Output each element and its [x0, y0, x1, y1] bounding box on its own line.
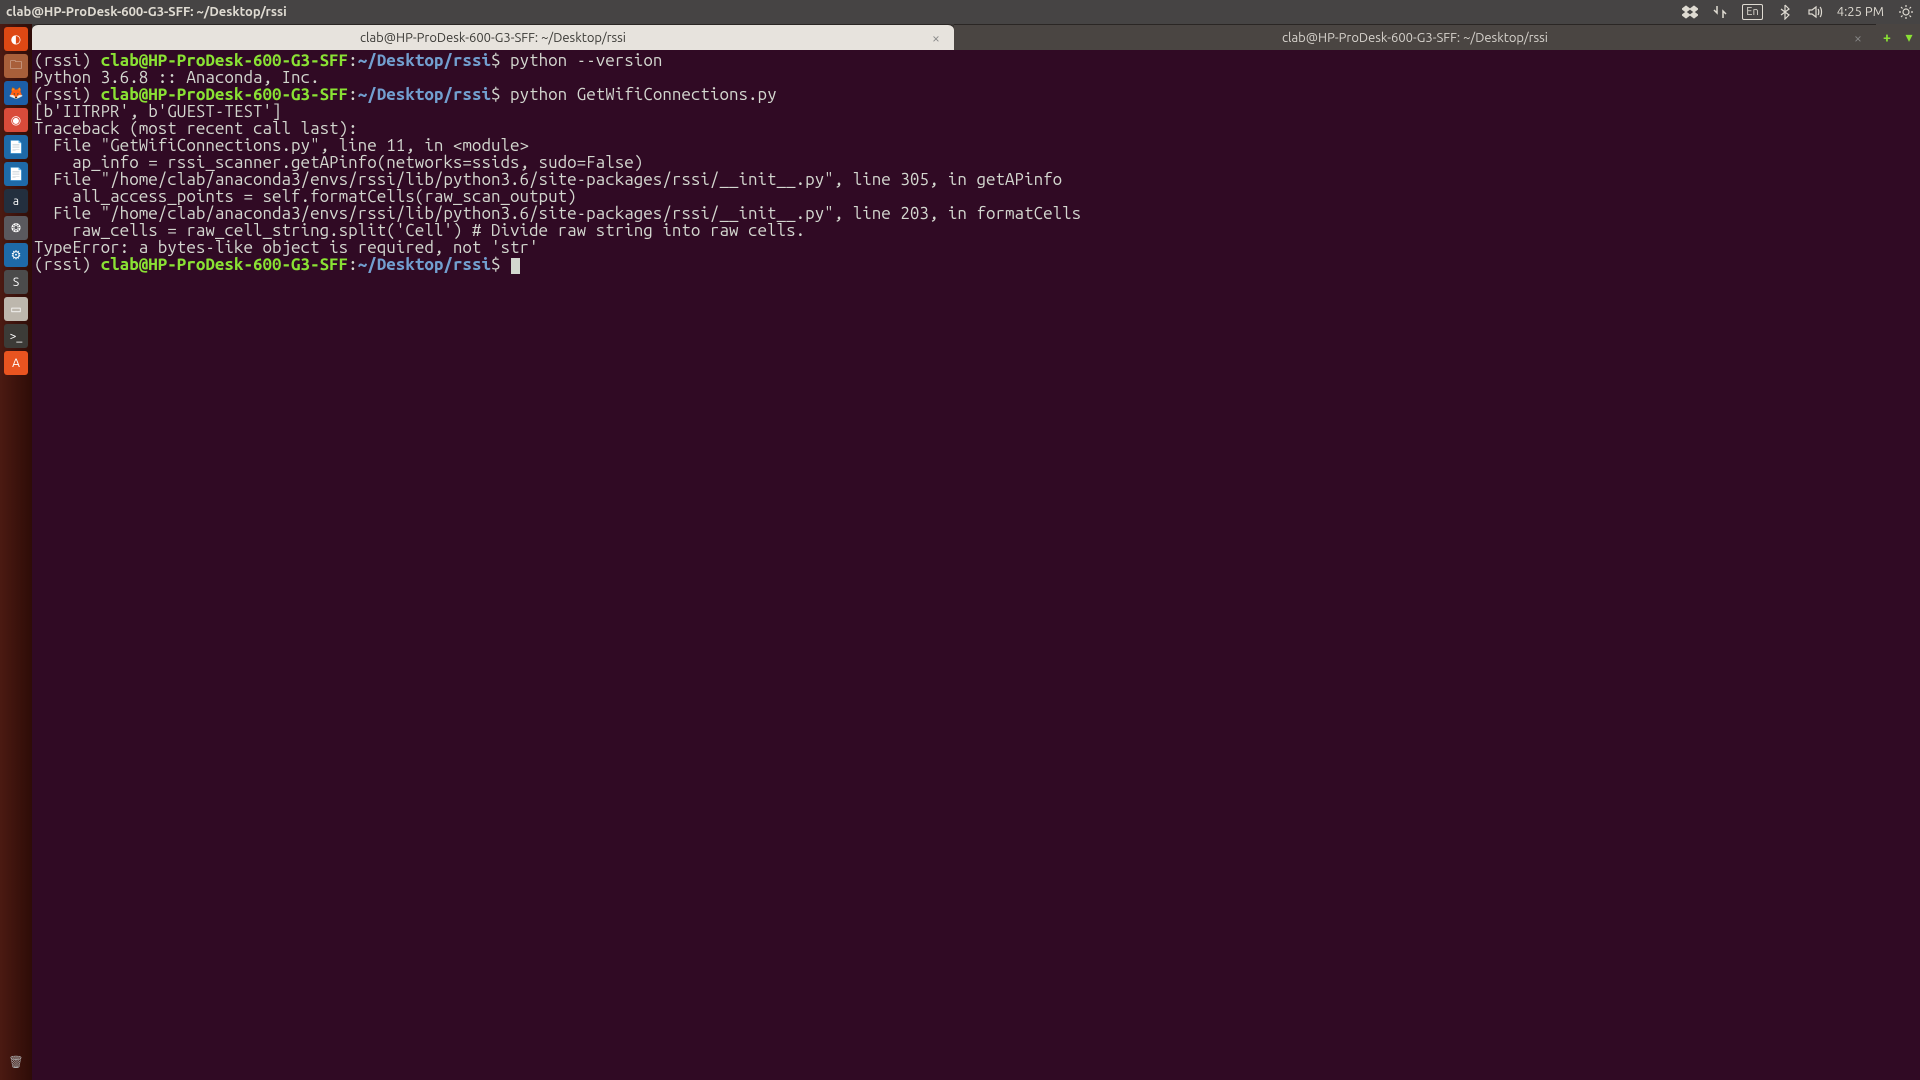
prompt-colon: :	[348, 51, 358, 70]
terminal-line: [b'IITRPR', b'GUEST-TEST']	[34, 103, 1918, 120]
doc2-icon[interactable]: 📄	[4, 162, 28, 186]
terminal-line: Traceback (most recent call last):	[34, 120, 1918, 137]
prompt-userhost: clab@HP-ProDesk-600-G3-SFF	[101, 255, 349, 274]
window-title: clab@HP-ProDesk-600-G3-SFF: ~/Desktop/rs…	[6, 5, 287, 19]
sublime-icon[interactable]: S	[4, 270, 28, 294]
session-gear-icon[interactable]	[1898, 4, 1914, 20]
bluetooth-icon[interactable]	[1777, 4, 1793, 20]
keyboard-indicator[interactable]: En	[1742, 4, 1762, 20]
clock[interactable]: 4:25 PM	[1837, 5, 1884, 19]
terminal-icon[interactable]: >_	[4, 324, 28, 348]
terminal-line: all_access_points = self.formatCells(raw…	[34, 188, 1918, 205]
command-text	[501, 255, 511, 274]
panel-icon[interactable]: ▭	[4, 297, 28, 321]
system-tray: En 4:25 PM	[1682, 4, 1914, 20]
terminal-line: File "/home/clab/anaconda3/envs/rssi/lib…	[34, 205, 1918, 222]
tab-menu-button[interactable]: ▾	[1898, 24, 1920, 50]
terminal-line: (rssi) clab@HP-ProDesk-600-G3-SFF:~/Desk…	[34, 256, 1918, 274]
prompt-dollar: $	[491, 255, 501, 274]
command-text: python --version	[501, 51, 663, 70]
workspace: clab@HP-ProDesk-600-G3-SFF: ~/Desktop/rs…	[32, 24, 1920, 1080]
trash-icon[interactable]: 🗑	[4, 1050, 28, 1074]
terminal-tab-0[interactable]: clab@HP-ProDesk-600-G3-SFF: ~/Desktop/rs…	[32, 24, 954, 50]
prompt-env: (rssi)	[34, 255, 101, 274]
terminal-output[interactable]: (rssi) clab@HP-ProDesk-600-G3-SFF:~/Desk…	[32, 50, 1920, 1080]
files-icon[interactable]: 🗀	[4, 54, 28, 78]
unity-launcher: ◐ 🗀 🦊 ◉ 📄 📄 a ❂ ⚙ S ▭ >_ A 🗑	[0, 24, 32, 1080]
close-icon[interactable]: ×	[1854, 31, 1868, 45]
dash-icon[interactable]: ◐	[4, 27, 28, 51]
terminal-line: (rssi) clab@HP-ProDesk-600-G3-SFF:~/Desk…	[34, 86, 1918, 103]
swirl-icon[interactable]: ❂	[4, 216, 28, 240]
gear-icon[interactable]: ⚙	[4, 243, 28, 267]
prompt-dollar: $	[491, 51, 501, 70]
terminal-tab-1[interactable]: clab@HP-ProDesk-600-G3-SFF: ~/Desktop/rs…	[954, 24, 1876, 50]
command-text: python GetWifiConnections.py	[501, 85, 777, 104]
top-panel: clab@HP-ProDesk-600-G3-SFF: ~/Desktop/rs…	[0, 0, 1920, 24]
terminal-line: raw_cells = raw_cell_string.split('Cell'…	[34, 222, 1918, 239]
terminal-line: ap_info = rssi_scanner.getAPinfo(network…	[34, 154, 1918, 171]
network-icon[interactable]	[1712, 4, 1728, 20]
prompt-colon: :	[348, 255, 358, 274]
software-icon[interactable]: A	[4, 351, 28, 375]
new-tab-button[interactable]: +	[1876, 24, 1898, 50]
amazon-icon[interactable]: a	[4, 189, 28, 213]
terminal-line: TypeError: a bytes-like object is requir…	[34, 239, 1918, 256]
close-icon[interactable]: ×	[932, 31, 946, 45]
terminal-tabbar: clab@HP-ProDesk-600-G3-SFF: ~/Desktop/rs…	[32, 24, 1920, 50]
dropbox-icon[interactable]	[1682, 4, 1698, 20]
terminal-line: (rssi) clab@HP-ProDesk-600-G3-SFF:~/Desk…	[34, 52, 1918, 69]
prompt-path: ~/Desktop/rssi	[358, 255, 491, 274]
tab-title: clab@HP-ProDesk-600-G3-SFF: ~/Desktop/rs…	[360, 31, 626, 45]
terminal-line: File "GetWifiConnections.py", line 11, i…	[34, 137, 1918, 154]
prompt-path: ~/Desktop/rssi	[358, 51, 491, 70]
prompt-path: ~/Desktop/rssi	[358, 85, 491, 104]
cursor	[511, 258, 520, 274]
terminal-line: Python 3.6.8 :: Anaconda, Inc.	[34, 69, 1918, 86]
doc-icon[interactable]: 📄	[4, 135, 28, 159]
terminal-line: File "/home/clab/anaconda3/envs/rssi/lib…	[34, 171, 1918, 188]
prompt-colon: :	[348, 85, 358, 104]
chrome-icon[interactable]: ◉	[4, 108, 28, 132]
tab-title: clab@HP-ProDesk-600-G3-SFF: ~/Desktop/rs…	[1282, 31, 1548, 45]
prompt-dollar: $	[491, 85, 501, 104]
volume-icon[interactable]	[1807, 4, 1823, 20]
firefox-icon[interactable]: 🦊	[4, 81, 28, 105]
